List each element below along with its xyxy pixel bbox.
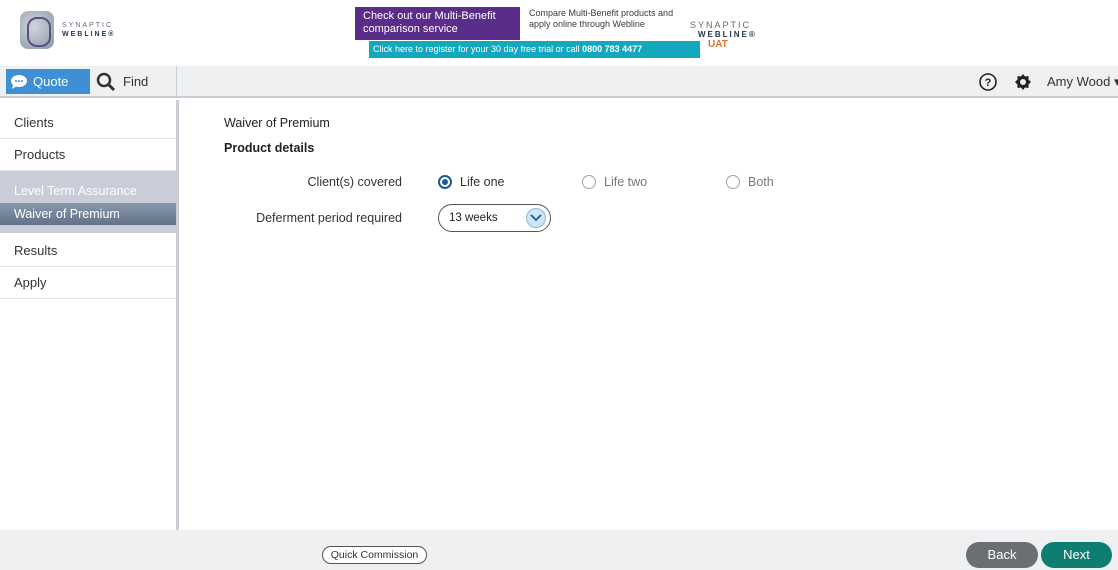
- banner-compare-text: Compare Multi-Benefit products and apply…: [529, 8, 674, 29]
- footer-bar: Quick Commission Back Next: [0, 530, 1118, 570]
- banner-multibenefit[interactable]: Check out our Multi-Benefit comparison s…: [355, 7, 520, 40]
- radio-selected-icon: [438, 175, 452, 189]
- user-menu[interactable]: Amy Wood ▾: [1047, 74, 1118, 90]
- radio-unselected-icon: [582, 175, 596, 189]
- sidebar-item-clients[interactable]: Clients: [0, 107, 176, 139]
- quote-icon: [11, 74, 27, 89]
- logo-line1: SYNAPTIC: [62, 22, 114, 29]
- radio-life-one-label: Life one: [460, 175, 505, 189]
- deferment-period-label: Deferment period required: [256, 211, 402, 225]
- clients-covered-label: Client(s) covered: [307, 175, 402, 189]
- page-title: Waiver of Premium: [224, 116, 330, 130]
- help-icon[interactable]: ?: [979, 73, 997, 91]
- radio-both[interactable]: Both: [726, 175, 774, 189]
- radio-life-one[interactable]: Life one: [438, 175, 504, 189]
- banner-webline-label: WEBLINE®: [698, 30, 757, 39]
- sidebar: Clients Products Level Term Assurance Wa…: [0, 100, 179, 530]
- radio-life-two[interactable]: Life two: [582, 175, 647, 189]
- logo-line2: WEBLINE®: [62, 31, 116, 38]
- search-icon: [96, 72, 116, 91]
- sidebar-item-apply[interactable]: Apply: [0, 267, 176, 299]
- sidebar-item-products[interactable]: Products: [0, 139, 176, 171]
- sidebar-item-results[interactable]: Results: [0, 235, 176, 267]
- deferment-period-select[interactable]: 13 weeks: [438, 204, 551, 232]
- top-nav-bar: Quote Find ? Amy Wood ▾: [0, 66, 1118, 98]
- deferment-period-value: 13 weeks: [449, 212, 498, 224]
- environment-badge: UAT: [708, 39, 728, 50]
- logo-wordmark: SYNAPTIC WEBLINE®: [62, 21, 115, 39]
- banner-phone: 0800 783 4477: [582, 44, 643, 54]
- banner-register-link[interactable]: Click here to register for your 30 day f…: [369, 41, 700, 58]
- radio-both-label: Both: [748, 175, 774, 189]
- section-heading: Product details: [224, 141, 315, 155]
- gear-icon[interactable]: [1014, 73, 1032, 91]
- banner-synaptic-label: SYNAPTIC: [690, 20, 752, 30]
- radio-unselected-icon: [726, 175, 740, 189]
- next-button[interactable]: Next: [1041, 542, 1112, 568]
- topbar-divider: [176, 66, 177, 98]
- promo-banner[interactable]: Check out our Multi-Benefit comparison s…: [355, 7, 755, 60]
- tab-quote[interactable]: Quote: [6, 69, 90, 94]
- app-header: SYNAPTIC WEBLINE® Check out our Multi-Be…: [0, 0, 1118, 66]
- tab-find-label: Find: [123, 74, 149, 89]
- synaptic-logo[interactable]: SYNAPTIC WEBLINE®: [20, 10, 140, 50]
- tab-quote-label: Quote: [33, 74, 69, 89]
- main-content: Waiver of Premium Product details Client…: [180, 100, 1118, 530]
- banner-register-text: Click here to register for your 30 day f…: [373, 44, 580, 54]
- banner-synaptic-uat: SYNAPTIC WEBLINE® UAT: [690, 21, 780, 61]
- tab-find[interactable]: Find: [96, 69, 176, 94]
- radio-life-two-label: Life two: [604, 175, 648, 189]
- back-button[interactable]: Back: [966, 542, 1038, 568]
- quick-commission-button[interactable]: Quick Commission: [322, 546, 427, 564]
- sidebar-item-waiver-of-premium[interactable]: Waiver of Premium: [0, 203, 176, 225]
- sidebar-item-level-term-assurance[interactable]: Level Term Assurance: [0, 180, 176, 202]
- chevron-down-icon[interactable]: [526, 208, 546, 228]
- svg-text:?: ?: [985, 77, 992, 89]
- brain-logo-icon: [20, 11, 54, 49]
